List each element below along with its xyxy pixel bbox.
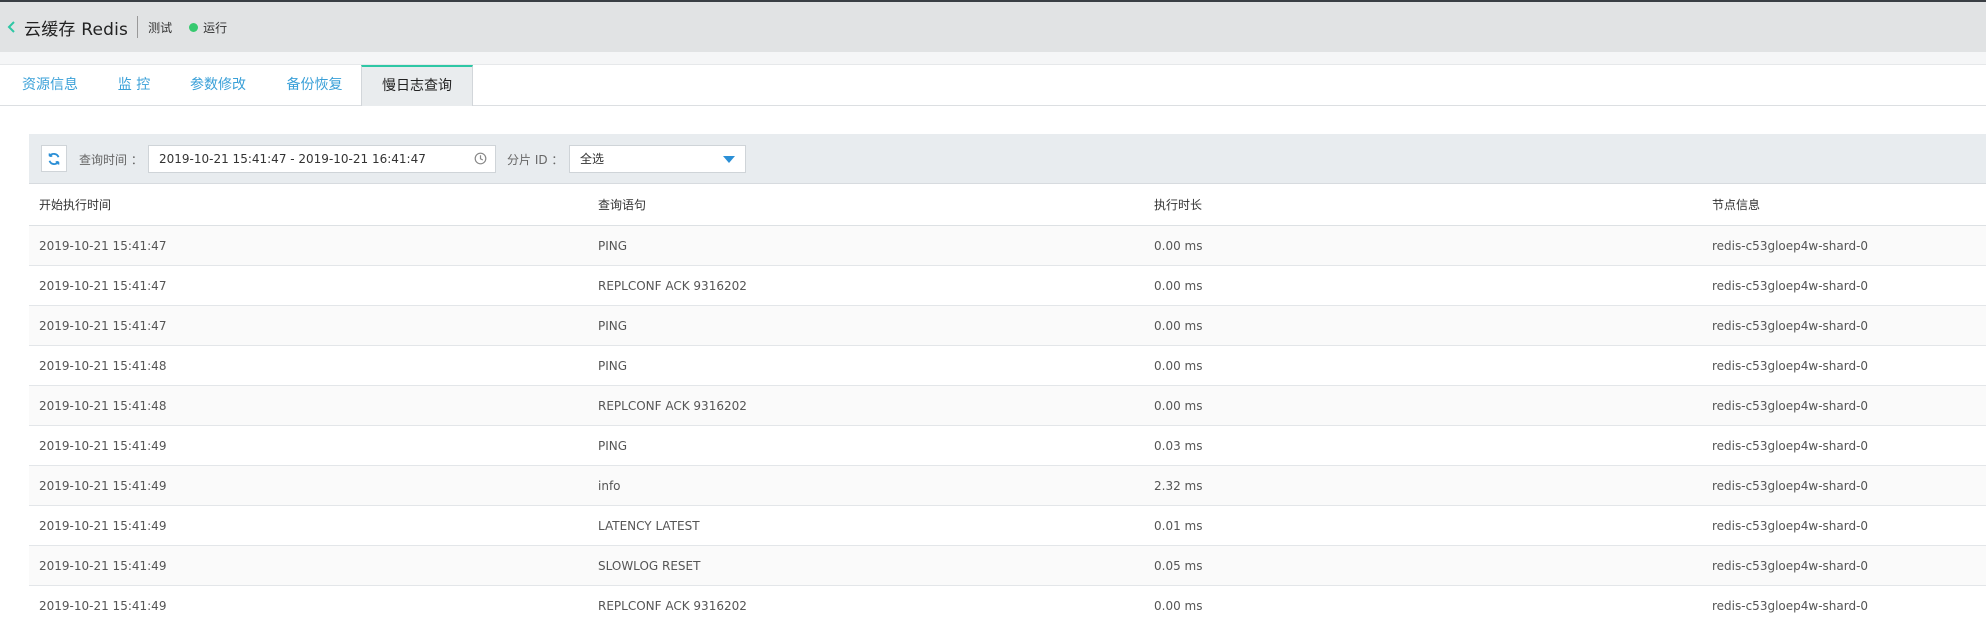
cell-start-time: 2019-10-21 15:41:49 <box>39 439 167 453</box>
cell-query: REPLCONF ACK 9316202 <box>598 279 747 293</box>
back-chevron-icon[interactable] <box>2 15 22 39</box>
date-range-value: 2019-10-21 15:41:47 - 2019-10-21 16:41:4… <box>159 152 426 166</box>
cell-duration: 0.00 ms <box>1154 399 1203 413</box>
cell-node-info: redis-c53gloep4w-shard-0 <box>1712 399 1869 413</box>
cell-node-info: redis-c53gloep4w-shard-0 <box>1712 439 1869 453</box>
column-header-node-info: 节点信息 <box>1712 198 1761 212</box>
table-row: 2019-10-21 15:41:49 REPLCONF ACK 9316202… <box>29 586 1986 622</box>
column-header-query: 查询语句 <box>598 198 647 212</box>
cell-query: info <box>598 479 621 493</box>
table-row: 2019-10-21 15:41:47 PING 0.00 ms redis-c… <box>29 306 1986 346</box>
refresh-icon <box>48 152 60 165</box>
table-row: 2019-10-21 15:41:48 REPLCONF ACK 9316202… <box>29 386 1986 426</box>
cell-duration: 0.03 ms <box>1154 439 1203 453</box>
date-range-picker[interactable]: 2019-10-21 15:41:47 - 2019-10-21 16:41:4… <box>148 145 496 173</box>
status-badge: 运行 <box>189 19 227 36</box>
tab-monitoring[interactable]: 监 控 <box>100 65 168 106</box>
query-time-label: 查询时间 ： <box>79 153 143 167</box>
cell-node-info: redis-c53gloep4w-shard-0 <box>1712 279 1869 293</box>
tab-backup-restore[interactable]: 备份恢复 <box>268 65 361 106</box>
column-header-start-time: 开始执行时间 <box>39 198 112 212</box>
cell-query: REPLCONF ACK 9316202 <box>598 399 747 413</box>
table-row: 2019-10-21 15:41:48 PING 0.00 ms redis-c… <box>29 346 1986 386</box>
clock-icon <box>474 152 487 165</box>
table-row: 2019-10-21 15:41:47 REPLCONF ACK 9316202… <box>29 266 1986 306</box>
cell-start-time: 2019-10-21 15:41:49 <box>39 599 167 613</box>
tab-resource-info[interactable]: 资源信息 <box>0 65 100 106</box>
cell-node-info: redis-c53gloep4w-shard-0 <box>1712 359 1869 373</box>
cell-node-info: redis-c53gloep4w-shard-0 <box>1712 319 1869 333</box>
cell-start-time: 2019-10-21 15:41:47 <box>39 319 167 333</box>
cell-duration: 2.32 ms <box>1154 479 1203 493</box>
cell-duration: 0.00 ms <box>1154 319 1203 333</box>
cell-node-info: redis-c53gloep4w-shard-0 <box>1712 479 1869 493</box>
cell-duration: 0.00 ms <box>1154 239 1203 253</box>
cell-start-time: 2019-10-21 15:41:47 <box>39 279 167 293</box>
status-dot-icon <box>189 22 199 32</box>
cell-start-time: 2019-10-21 15:41:48 <box>39 359 167 373</box>
tab-parameter-modify[interactable]: 参数修改 <box>168 65 268 106</box>
cell-query: REPLCONF ACK 9316202 <box>598 599 747 613</box>
content-area: 查询时间 ： 2019-10-21 15:41:47 - 2019-10-21 … <box>0 106 1986 622</box>
table-row: 2019-10-21 15:41:49 PING 0.03 ms redis-c… <box>29 426 1986 466</box>
cell-query: PING <box>598 439 628 453</box>
cell-node-info: redis-c53gloep4w-shard-0 <box>1712 519 1869 533</box>
cell-start-time: 2019-10-21 15:41:48 <box>39 399 167 413</box>
cell-start-time: 2019-10-21 15:41:47 <box>39 239 167 253</box>
cell-node-info: redis-c53gloep4w-shard-0 <box>1712 239 1869 253</box>
table-row: 2019-10-21 15:41:49 SLOWLOG RESET 0.05 m… <box>29 546 1986 586</box>
tab-slow-log-query[interactable]: 慢日志查询 <box>361 65 473 106</box>
cell-duration: 0.00 ms <box>1154 359 1203 373</box>
shard-id-select[interactable]: 全选 <box>569 145 746 173</box>
shard-id-label: 分片 ID ： <box>507 153 564 167</box>
cell-duration: 0.00 ms <box>1154 599 1203 613</box>
refresh-button[interactable] <box>41 145 67 172</box>
cell-query: SLOWLOG RESET <box>598 559 701 573</box>
cell-query: PING <box>598 239 628 253</box>
table-row: 2019-10-21 15:41:47 PING 0.00 ms redis-c… <box>29 226 1986 266</box>
cell-start-time: 2019-10-21 15:41:49 <box>39 479 167 493</box>
cell-node-info: redis-c53gloep4w-shard-0 <box>1712 599 1869 613</box>
title-divider <box>137 16 139 38</box>
cell-query: PING <box>598 319 628 333</box>
header-bar: 云缓存 Redis 测试 运行 <box>0 0 1986 52</box>
environment-label: 测试 <box>148 20 173 35</box>
slow-log-panel: 查询时间 ： 2019-10-21 15:41:47 - 2019-10-21 … <box>29 134 1986 622</box>
table-row: 2019-10-21 15:41:49 info 2.32 ms redis-c… <box>29 466 1986 506</box>
status-text: 运行 <box>203 20 228 35</box>
cell-query: PING <box>598 359 628 373</box>
column-header-duration: 执行时长 <box>1154 198 1203 212</box>
cell-node-info: redis-c53gloep4w-shard-0 <box>1712 559 1869 573</box>
tab-bar: 资源信息 监 控 参数修改 备份恢复 慢日志查询 <box>0 64 1986 106</box>
cell-start-time: 2019-10-21 15:41:49 <box>39 559 167 573</box>
table-body: 2019-10-21 15:41:47 PING 0.00 ms redis-c… <box>29 226 1986 622</box>
table-row: 2019-10-21 15:41:49 LATENCY LATEST 0.01 … <box>29 506 1986 546</box>
cell-duration: 0.00 ms <box>1154 279 1203 293</box>
cell-start-time: 2019-10-21 15:41:49 <box>39 519 167 533</box>
filter-bar: 查询时间 ： 2019-10-21 15:41:47 - 2019-10-21 … <box>29 134 1986 184</box>
cell-duration: 0.05 ms <box>1154 559 1203 573</box>
cell-query: LATENCY LATEST <box>598 519 700 533</box>
table-header: 开始执行时间 查询语句 执行时长 节点信息 <box>29 184 1986 226</box>
page-title: 云缓存 Redis <box>24 19 129 40</box>
caret-down-icon <box>723 156 735 163</box>
shard-id-value: 全选 <box>580 152 605 166</box>
cell-duration: 0.01 ms <box>1154 519 1203 533</box>
